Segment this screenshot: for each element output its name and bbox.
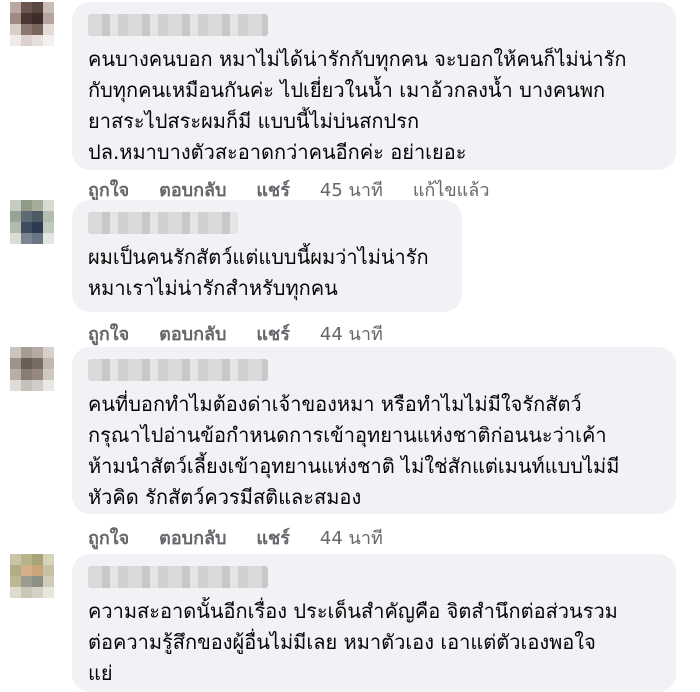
comment-bubble: ความสะอาดนั้นอีกเรื่อง ประเด็นสำคัญคือ จ…: [72, 554, 676, 692]
commenter-name[interactable]: [88, 212, 238, 234]
like-button[interactable]: ถูกใจ: [88, 319, 129, 348]
comment-text: ความสะอาดนั้นอีกเรื่อง ประเด็นสำคัญคือ จ…: [88, 599, 618, 685]
comment-bubble: คนบางคนบอก หมาไม่ได้น่ารักกับทุกคน จะบอก…: [72, 2, 676, 170]
share-button[interactable]: แชร์: [256, 319, 290, 348]
avatar[interactable]: [10, 347, 54, 391]
comment-bubble: ผมเป็นคนรักสัตว์แต่แบบนี้ผมว่าไม่น่ารัก …: [72, 200, 462, 312]
avatar[interactable]: [10, 554, 54, 598]
commenter-name[interactable]: [88, 359, 268, 381]
comment-text: คนบางคนบอก หมาไม่ได้น่ารักกับทุกคน จะบอก…: [88, 47, 627, 164]
commenter-name[interactable]: [88, 14, 268, 36]
comment-text: ผมเป็นคนรักสัตว์แต่แบบนี้ผมว่าไม่น่ารัก …: [88, 245, 429, 300]
avatar[interactable]: [10, 200, 54, 244]
comment-bubble: คนที่บอกทำไมต้องด่าเจ้าของหมา หรือทำไมไม…: [72, 347, 676, 514]
timestamp[interactable]: 44 นาที: [320, 319, 383, 348]
avatar[interactable]: [10, 2, 54, 46]
like-button[interactable]: ถูกใจ: [88, 523, 129, 552]
comment-actions: ถูกใจ ตอบกลับ แชร์ 44 นาที: [88, 523, 383, 552]
reply-button[interactable]: ตอบกลับ: [159, 523, 226, 552]
timestamp[interactable]: 44 นาที: [320, 523, 383, 552]
share-button[interactable]: แชร์: [256, 523, 290, 552]
commenter-name[interactable]: [88, 566, 268, 588]
reply-button[interactable]: ตอบกลับ: [159, 319, 226, 348]
comment-actions: ถูกใจ ตอบกลับ แชร์ 44 นาที: [88, 319, 383, 348]
comment-text: คนที่บอกทำไมต้องด่าเจ้าของหมา หรือทำไมไม…: [88, 392, 620, 509]
